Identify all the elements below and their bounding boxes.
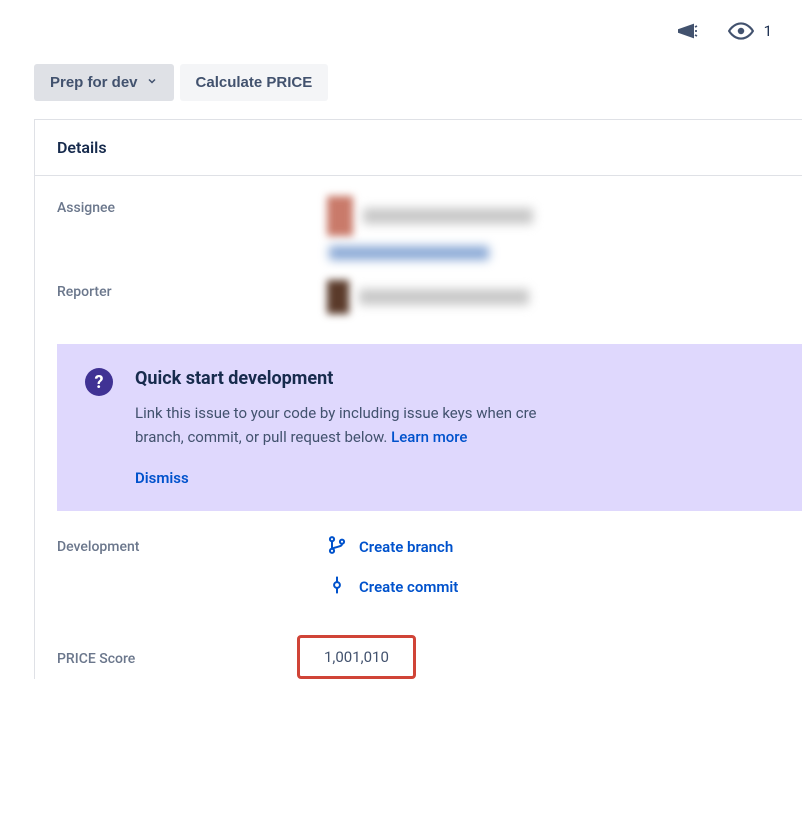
info-title: Quick start development (135, 368, 774, 389)
button-label: Prep for dev (50, 74, 138, 91)
price-score-label: PRICE Score (57, 647, 305, 667)
feedback-icon[interactable] (676, 19, 700, 43)
assignee-label: Assignee (57, 196, 327, 216)
chevron-down-icon (146, 74, 158, 91)
button-label: Calculate PRICE (196, 74, 313, 91)
reporter-row: Reporter (35, 260, 802, 314)
create-commit-link[interactable]: Create commit (327, 575, 458, 599)
top-bar: 1 (0, 18, 802, 64)
question-icon: ? (85, 368, 113, 396)
price-score-value: 1,001,010 (297, 635, 416, 679)
price-score-row: PRICE Score 1,001,010 (35, 599, 802, 679)
create-branch-link[interactable]: Create branch (327, 535, 458, 559)
link-label: Create branch (359, 538, 453, 556)
reporter-label: Reporter (57, 280, 327, 300)
assignee-value[interactable] (327, 196, 780, 260)
prep-for-dev-button[interactable]: Prep for dev (34, 64, 174, 101)
development-row: Development Create branch (35, 511, 802, 599)
action-row: Prep for dev Calculate PRICE (0, 64, 802, 101)
info-text: Link this issue to your code by includin… (135, 401, 774, 449)
branch-icon (327, 535, 347, 559)
learn-more-link[interactable]: Learn more (391, 428, 467, 446)
calculate-price-button[interactable]: Calculate PRICE (180, 64, 329, 101)
quick-start-info: ? Quick start development Link this issu… (57, 344, 802, 511)
development-label: Development (57, 535, 327, 555)
assignee-row: Assignee (35, 176, 802, 260)
panel-title: Details (35, 120, 802, 176)
watch-button[interactable]: 1 (728, 18, 772, 44)
link-label: Create commit (359, 578, 458, 596)
details-panel: Details Assignee Reporter (34, 119, 802, 679)
dismiss-button[interactable]: Dismiss (135, 469, 774, 487)
reporter-value[interactable] (327, 280, 780, 314)
watch-count: 1 (764, 22, 772, 40)
commit-icon (327, 575, 347, 599)
